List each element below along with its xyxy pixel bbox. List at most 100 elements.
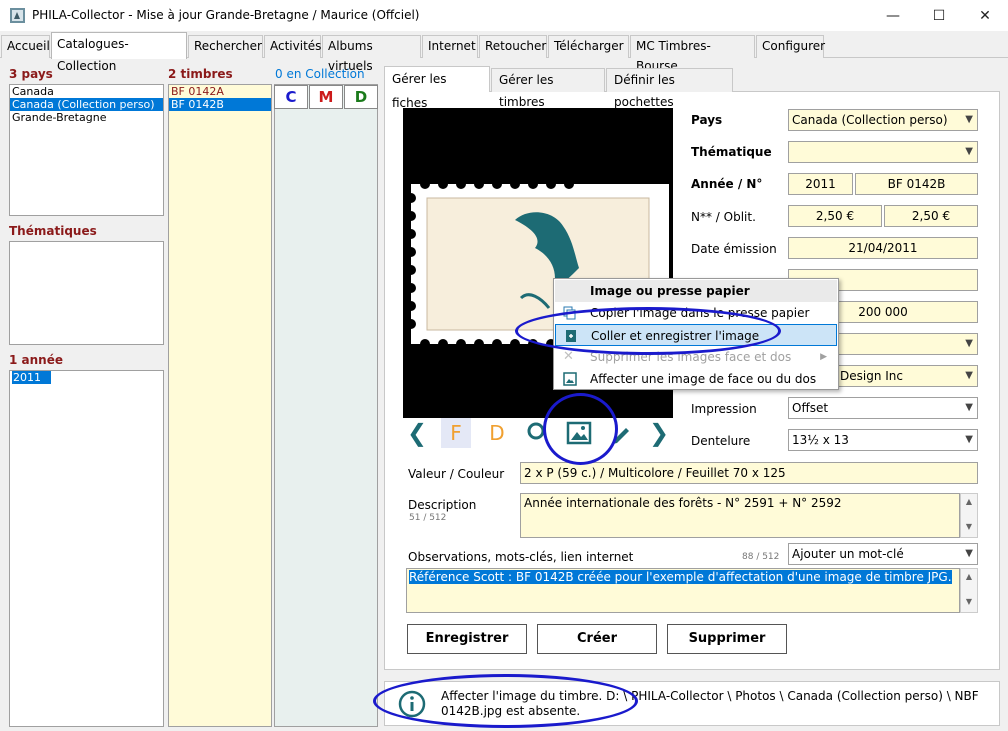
list-item[interactable]: BF 0142B (169, 98, 271, 111)
list-item[interactable]: Grande-Bretagne (10, 111, 163, 124)
tab-mc-timbres-bourse[interactable]: MC Timbres-Bourse (630, 35, 755, 73)
menu-item-label: Copier l'image dans le presse papier (590, 306, 810, 320)
keyword-placeholder: Ajouter un mot-clé (792, 547, 904, 561)
list-item[interactable]: 2011 (10, 371, 163, 384)
chevron-down-icon: ▼ (965, 402, 973, 413)
collection-count: 0 en Collection (275, 67, 365, 81)
dentelure-select[interactable]: 13½ x 13 ▼ (788, 429, 978, 451)
list-item[interactable]: Canada (Collection perso) (10, 98, 163, 111)
tab-catalogues-collection[interactable]: Catalogues-Collection (51, 32, 187, 73)
minimize-button[interactable]: — (870, 0, 916, 31)
dos-button[interactable]: D (484, 418, 510, 448)
tab-activites[interactable]: Activités (264, 35, 321, 58)
tab-internet[interactable]: Internet (422, 35, 478, 58)
face-button[interactable]: F (441, 418, 471, 448)
image-context-menu: Image ou presse papier Copier l'image da… (553, 278, 839, 390)
year-2011: 2011 (12, 371, 51, 384)
thematique-select[interactable]: ▼ (788, 141, 978, 163)
collection-button-m[interactable]: M (309, 85, 343, 109)
annee-label: Année / N° (691, 177, 763, 191)
annee-field[interactable]: 2011 (788, 173, 853, 195)
themes-list[interactable] (9, 241, 164, 345)
cote-label: N** / Oblit. (691, 210, 756, 224)
chevron-down-icon: ▼ (965, 370, 973, 381)
keyword-select[interactable]: Ajouter un mot-clé ▼ (788, 543, 978, 565)
pays-label: Pays (691, 113, 723, 127)
observations-scrollbar[interactable]: ▲ ▼ (960, 568, 978, 613)
chevron-down-icon: ▼ (965, 114, 973, 125)
subtab-gerer-timbres[interactable]: Gérer les timbres (491, 68, 605, 109)
status-message: Affecter l'image du timbre. D: \ PHILA-C… (441, 689, 981, 719)
countries-list: Canada Canada (Collection perso) Grande-… (9, 84, 164, 216)
menu-item-copy-image[interactable]: Copier l'image dans le presse papier (555, 302, 837, 324)
context-menu-header: Image ou presse papier (555, 280, 837, 302)
stamps-title: 2 timbres (168, 67, 233, 81)
info-icon (398, 690, 426, 718)
observations-count: 88 / 512 (742, 552, 780, 562)
edit-icon[interactable] (608, 418, 634, 448)
paste-icon (566, 330, 576, 342)
menu-item-label: Supprimer les images face et dos (590, 350, 792, 364)
maximize-button[interactable]: ☐ (916, 0, 962, 31)
years-list: 2011 (9, 370, 164, 727)
countries-title: 3 pays (9, 67, 53, 81)
copy-icon (563, 306, 576, 320)
dentelure-value: 13½ x 13 (792, 433, 849, 447)
description-field[interactable]: Année internationale des forêts - N° 259… (520, 493, 960, 538)
subtab-definir-pochettes[interactable]: Définir les pochettes (606, 68, 733, 109)
status-line-1: Affecter l'image du timbre. D: \ PHILA-C… (441, 689, 979, 703)
pays-select[interactable]: Canada (Collection perso) ▼ (788, 109, 978, 131)
chevron-down-icon: ▼ (965, 338, 973, 349)
image-icon[interactable] (565, 418, 593, 448)
impression-label: Impression (691, 402, 757, 416)
menu-item-assign-image[interactable]: Affecter une image de face ou du dos (555, 368, 837, 390)
menu-item-paste-save-image[interactable]: Coller et enregistrer l'image (555, 324, 837, 346)
list-item[interactable]: BF 0142A (169, 85, 271, 98)
collection-panel (274, 84, 378, 727)
menu-item-label: Affecter une image de face ou du dos (590, 372, 817, 386)
collection-button-d[interactable]: D (344, 85, 378, 109)
status-line-2: 0142B.jpg est absente. (441, 704, 581, 718)
pays-value: Canada (Collection perso) (792, 113, 948, 127)
impression-select[interactable]: Offset ▼ (788, 397, 978, 419)
save-button[interactable]: Enregistrer (407, 624, 527, 654)
image-icon (563, 372, 577, 386)
valeur-label: Valeur / Couleur (408, 467, 505, 481)
tab-rechercher[interactable]: Rechercher (188, 35, 263, 58)
date-label: Date émission (691, 242, 777, 256)
tab-retoucher[interactable]: Retoucher (479, 35, 547, 58)
description-label: Description (408, 498, 477, 512)
subtab-gerer-fiches[interactable]: Gérer les fiches (384, 66, 490, 110)
zoom-icon[interactable] (524, 418, 550, 448)
close-button[interactable]: ✕ (962, 0, 1008, 31)
description-scrollbar[interactable]: ▲ ▼ (960, 493, 978, 538)
submenu-arrow-icon: ▶ (820, 352, 827, 362)
window-title: PHILA-Collector - Mise à jour Grande-Bre… (32, 8, 420, 22)
title-bar: PHILA-Collector - Mise à jour Grande-Bre… (0, 0, 1008, 31)
tab-telecharger[interactable]: Télécharger (548, 35, 629, 58)
tab-albums-virtuels[interactable]: Albums virtuels (322, 35, 421, 73)
prev-image-button[interactable]: ❮ (404, 418, 430, 448)
valeur-field[interactable]: 2 x P (59 c.) / Multicolore / Feuillet 7… (520, 462, 978, 484)
tab-configurer[interactable]: Configurer (756, 35, 825, 58)
list-item[interactable]: Canada (10, 85, 163, 98)
stamps-list: BF 0142A BF 0142B (168, 84, 272, 727)
observations-field[interactable]: Référence Scott : BF 0142B créée pour l'… (406, 568, 960, 613)
numero-field[interactable]: BF 0142B (855, 173, 978, 195)
cote-neuf-field[interactable]: 2,50 € (788, 205, 882, 227)
delete-button[interactable]: Supprimer (667, 624, 787, 654)
collection-button-c[interactable]: C (274, 85, 308, 109)
date-field[interactable]: 21/04/2011 (788, 237, 978, 259)
menu-item-delete-images: ✕ Supprimer les images face et dos ▶ (555, 346, 837, 368)
impression-value: Offset (792, 401, 829, 415)
create-button[interactable]: Créer (537, 624, 657, 654)
dentelure-label: Dentelure (691, 434, 751, 448)
next-image-button[interactable]: ❯ (646, 418, 672, 448)
menu-item-label: Coller et enregistrer l'image (591, 329, 760, 343)
delete-icon: ✕ (563, 349, 574, 364)
observations-label: Observations, mots-clés, lien internet (408, 550, 634, 564)
observations-value: Référence Scott : BF 0142B créée pour l'… (409, 570, 952, 584)
chevron-down-icon: ▼ (965, 548, 973, 559)
tab-accueil[interactable]: Accueil (1, 35, 50, 58)
cote-oblit-field[interactable]: 2,50 € (884, 205, 978, 227)
